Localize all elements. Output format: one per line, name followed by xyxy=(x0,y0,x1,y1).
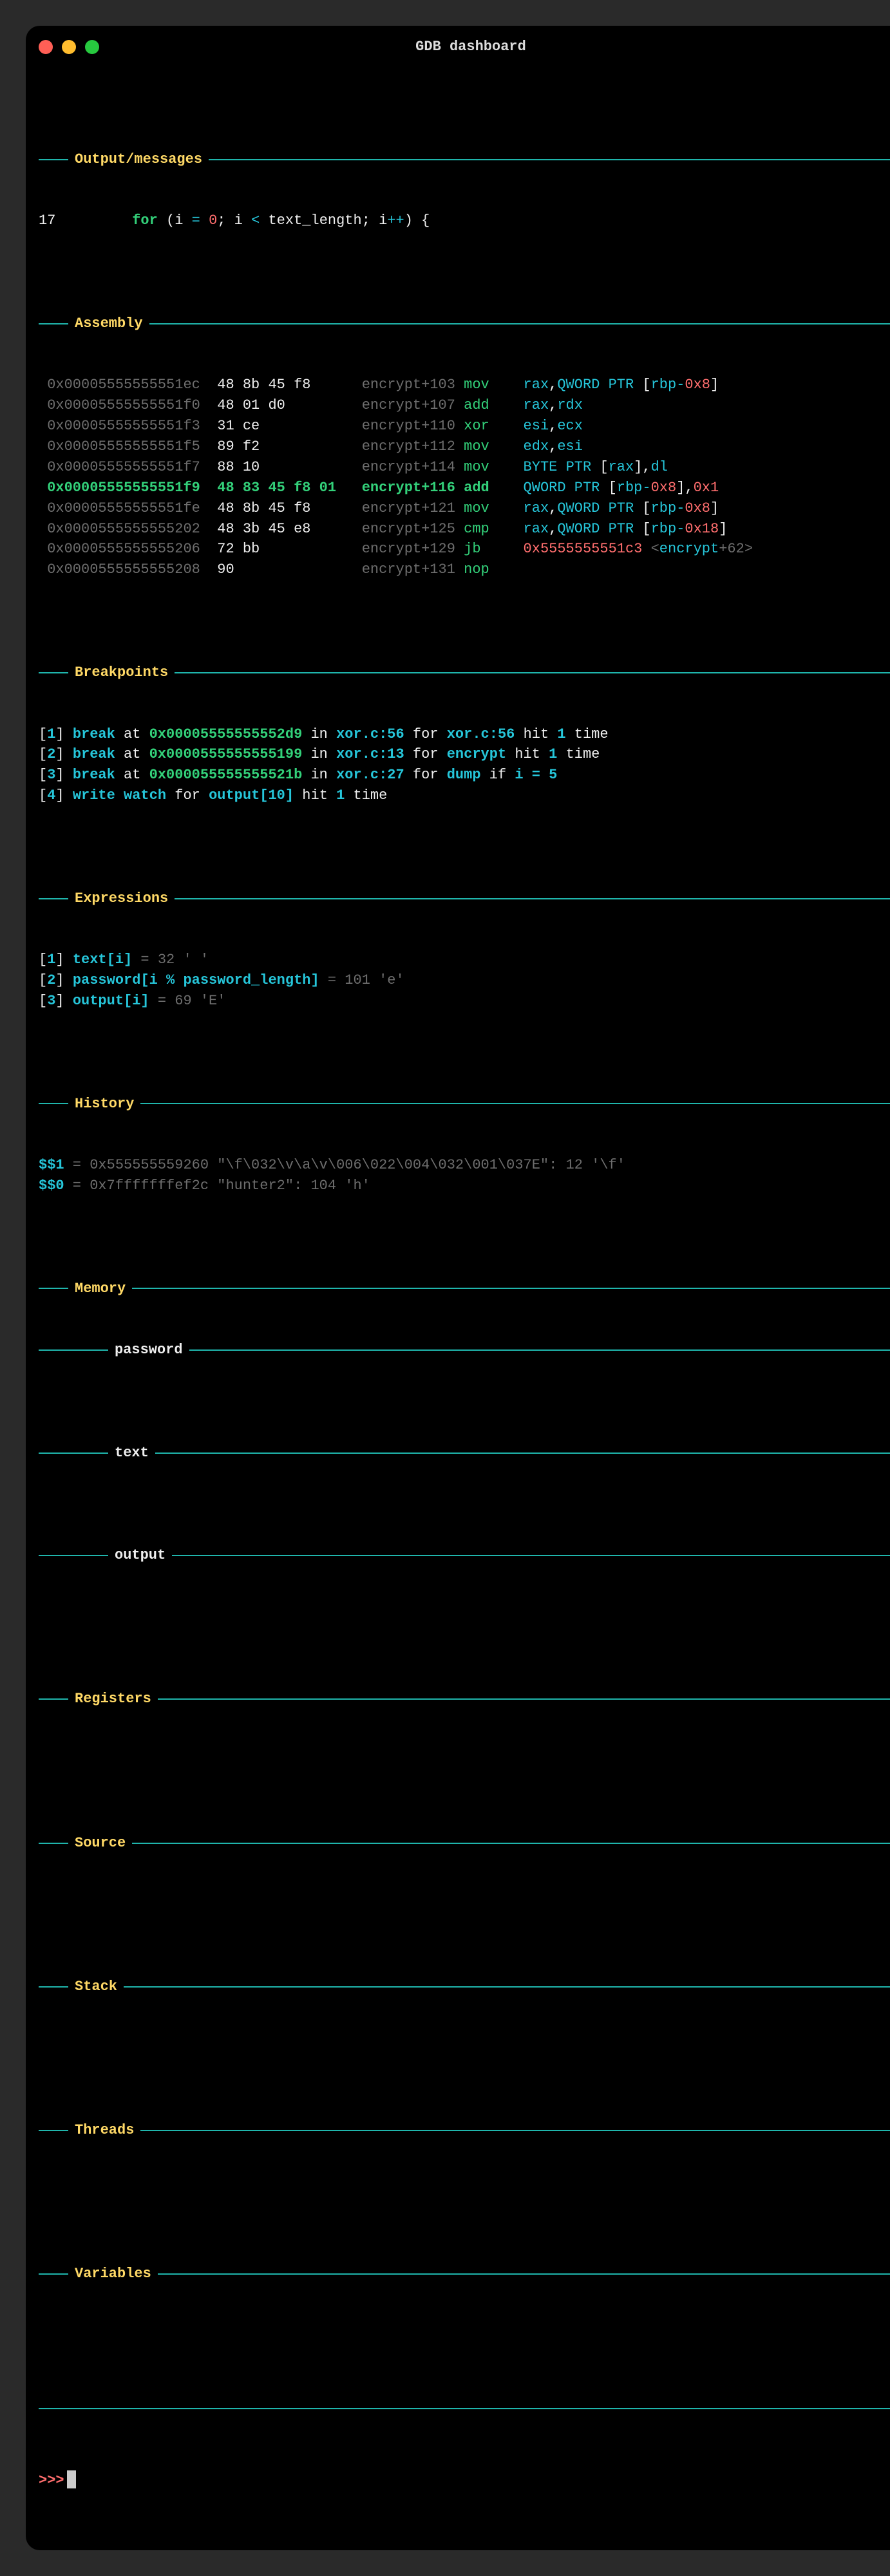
breakpoint-row: [3] break at 0x000055555555521b in xor.c… xyxy=(39,765,890,785)
expression-row: [3] output[i] = 69 'E' xyxy=(39,991,890,1011)
maximize-icon[interactable] xyxy=(85,40,99,54)
bottom-rule xyxy=(39,2408,890,2409)
section-threads: Threads xyxy=(39,2120,890,2141)
section-assembly: Assembly xyxy=(39,314,890,334)
asm-row: 0x0000555555555202 48 3b 45 e8 encrypt+1… xyxy=(39,519,890,540)
close-icon[interactable] xyxy=(39,40,53,54)
asm-row: 0x0000555555555208 90 encrypt+131 nop xyxy=(39,559,890,580)
section-stack: Stack xyxy=(39,1977,890,1997)
asm-row: 0x00005555555551f9 48 83 45 f8 01 encryp… xyxy=(39,478,890,498)
breakpoint-row: [4] write watch for output[10] hit 1 tim… xyxy=(39,785,890,806)
section-registers: Registers xyxy=(39,1689,890,1709)
memory-sub-password: password xyxy=(39,1340,890,1360)
history-row: $$0 = 0x7fffffffef2c "hunter2": 104 'h' xyxy=(39,1176,890,1196)
memory-sub-text: text xyxy=(39,1443,890,1463)
section-source: Source xyxy=(39,1833,890,1854)
minimize-icon[interactable] xyxy=(62,40,76,54)
asm-row: 0x00005555555551ec 48 8b 45 f8 encrypt+1… xyxy=(39,375,890,395)
titlebar: GDB dashboard xyxy=(26,37,890,67)
terminal-window: GDB dashboard Output/messages 17 for (i … xyxy=(26,26,890,2550)
section-variables: Variables xyxy=(39,2264,890,2284)
asm-row: 0x00005555555551f7 88 10 encrypt+114 mov… xyxy=(39,457,890,478)
prompt-line[interactable]: >>> xyxy=(39,2470,890,2491)
asm-row: 0x00005555555551fe 48 8b 45 f8 encrypt+1… xyxy=(39,498,890,519)
traffic-lights xyxy=(39,40,99,54)
expression-row: [2] password[i % password_length] = 101 … xyxy=(39,970,890,991)
section-expressions: Expressions xyxy=(39,888,890,909)
memory-sub-output: output xyxy=(39,1545,890,1566)
section-breakpoints: Breakpoints xyxy=(39,663,890,683)
window-title: GDB dashboard xyxy=(26,37,890,57)
asm-row: 0x00005555555551f5 89 f2 encrypt+112 mov… xyxy=(39,437,890,457)
asm-row: 0x00005555555551f3 31 ce encrypt+110 xor… xyxy=(39,416,890,437)
section-history: History xyxy=(39,1094,890,1114)
breakpoint-row: [1] break at 0x00005555555552d9 in xor.c… xyxy=(39,724,890,745)
asm-row: 0x00005555555551f0 48 01 d0 encrypt+107 … xyxy=(39,395,890,416)
cursor-icon xyxy=(67,2470,76,2488)
expression-row: [1] text[i] = 32 ' ' xyxy=(39,950,890,970)
breakpoint-row: [2] break at 0x0000555555555199 in xor.c… xyxy=(39,744,890,765)
asm-row: 0x0000555555555206 72 bb encrypt+129 jb … xyxy=(39,539,890,559)
section-output: Output/messages xyxy=(39,149,890,170)
section-memory: Memory xyxy=(39,1279,890,1299)
terminal-content: Output/messages 17 for (i = 0; i < text_… xyxy=(26,67,890,2532)
history-row: $$1 = 0x555555559260 "\f\032\v\a\v\006\0… xyxy=(39,1155,890,1176)
output-line: 17 for (i = 0; i < text_length; i++) { xyxy=(39,211,890,231)
